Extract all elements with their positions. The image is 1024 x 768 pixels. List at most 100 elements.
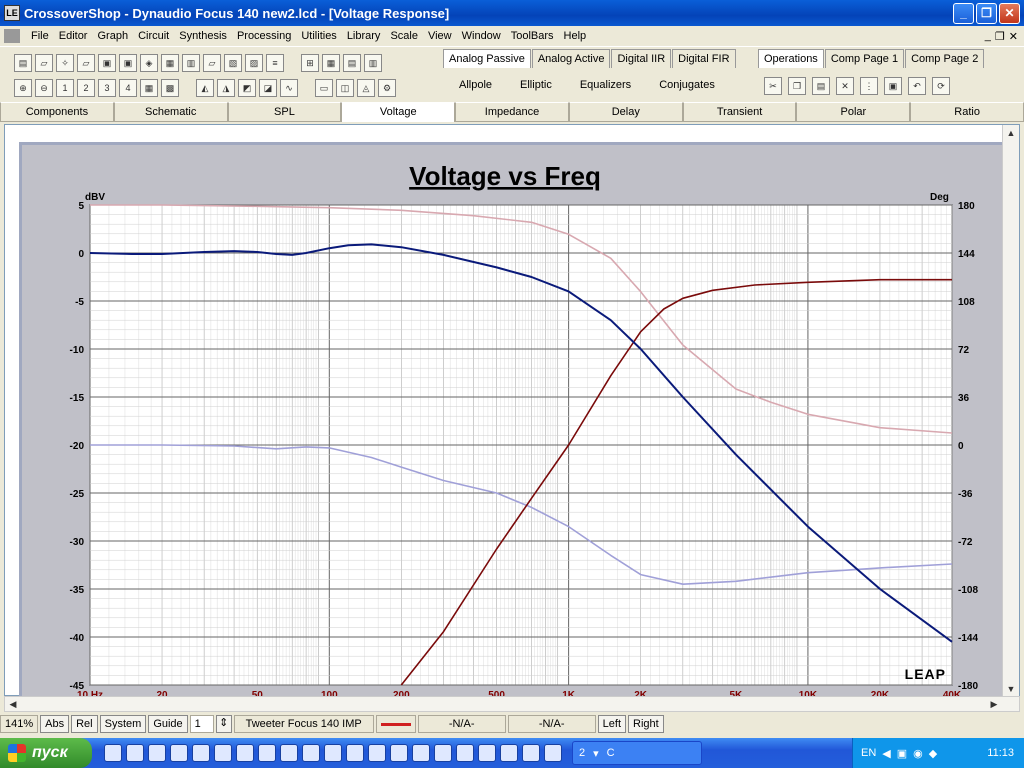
mdi-minimize-button[interactable]: _ (985, 30, 991, 43)
quicklaunch-app14-icon[interactable] (456, 744, 474, 762)
window-icon[interactable]: ▭ (315, 79, 333, 97)
menu-window[interactable]: Window (457, 30, 506, 42)
guide-button[interactable]: Guide (148, 715, 188, 733)
guide-stepper[interactable]: ⇕ (215, 715, 232, 733)
menu-library[interactable]: Library (342, 30, 386, 42)
tab-operations[interactable]: Operations (758, 49, 824, 68)
tab-impedance[interactable]: Impedance (455, 102, 569, 122)
tab-comp-page-1[interactable]: Comp Page 1 (824, 49, 905, 68)
tab-digital-fir[interactable]: Digital FIR (672, 49, 736, 68)
subtab-elliptic[interactable]: Elliptic (509, 77, 563, 93)
quicklaunch-app4-icon[interactable] (236, 744, 254, 762)
tab-spl[interactable]: SPL (227, 102, 342, 122)
chart-d-icon[interactable]: ◪ (259, 79, 277, 97)
menu-synthesis[interactable]: Synthesis (174, 30, 232, 42)
align-icon[interactable]: ⊞ (301, 54, 319, 72)
guide-input[interactable]: 1 (189, 715, 214, 733)
menu-utilities[interactable]: Utilities (296, 30, 341, 42)
undo-icon[interactable]: ↶ (908, 77, 926, 95)
quicklaunch-app10-icon[interactable] (368, 744, 386, 762)
save-as-icon[interactable]: ▣ (119, 54, 137, 72)
system-button[interactable]: System (99, 715, 147, 733)
quicklaunch-app6-icon[interactable] (280, 744, 298, 762)
mdi-doc-icon[interactable] (4, 29, 20, 43)
tab-ratio[interactable]: Ratio (910, 102, 1024, 122)
list-icon[interactable]: ≡ (266, 54, 284, 72)
rel-button[interactable]: Rel (71, 715, 98, 733)
abs-button[interactable]: Abs (40, 715, 70, 733)
scroll-left-arrow[interactable]: ◀ (6, 697, 20, 711)
menu-graph[interactable]: Graph (92, 30, 133, 42)
delete-icon[interactable]: ✕ (836, 77, 854, 95)
mdi-restore-button[interactable]: ❐ (995, 30, 1005, 43)
menu-file[interactable]: File (26, 30, 54, 42)
new-icon[interactable]: ▤ (14, 54, 32, 72)
select-icon[interactable]: ⋮ (860, 77, 878, 95)
menu-editor[interactable]: Editor (54, 30, 93, 42)
refresh-icon[interactable]: ⟳ (932, 77, 950, 95)
menu-help[interactable]: Help (559, 30, 592, 42)
quicklaunch-app13-icon[interactable] (434, 744, 452, 762)
tray-arrow-icon[interactable]: ◀ (882, 747, 890, 760)
maximize-button[interactable]: ❐ (976, 2, 997, 24)
scale-3a-icon[interactable]: 3 (98, 79, 116, 97)
tab-transient[interactable]: Transient (682, 102, 797, 122)
library-icon[interactable]: ◈ (140, 54, 158, 72)
menu-circuit[interactable]: Circuit (133, 30, 174, 42)
vertical-scrollbar[interactable]: ▲ ▼ (1002, 125, 1019, 697)
grid-fine-icon[interactable]: ▦ (140, 79, 158, 97)
tab-voltage[interactable]: Voltage (341, 102, 456, 122)
quicklaunch-ie-icon[interactable] (148, 744, 166, 762)
start-button[interactable]: пуск (0, 738, 92, 768)
taskbar-group-button[interactable]: 2 ▾ C (572, 741, 702, 765)
quicklaunch-app17-icon[interactable] (522, 744, 540, 762)
menu-view[interactable]: View (423, 30, 457, 42)
quicklaunch-app3-icon[interactable] (214, 744, 232, 762)
tab-delay[interactable]: Delay (568, 102, 683, 122)
menu-processing[interactable]: Processing (232, 30, 296, 42)
scale-2a-icon[interactable]: 2 (77, 79, 95, 97)
folder-icon[interactable]: ▱ (203, 54, 221, 72)
export-icon[interactable]: ▧ (224, 54, 242, 72)
tab-analog-passive[interactable]: Analog Passive (443, 49, 531, 68)
minimize-button[interactable]: _ (953, 2, 974, 24)
chart-a-icon[interactable]: ◭ (196, 79, 214, 97)
tab-analog-active[interactable]: Analog Active (531, 49, 611, 68)
open-icon[interactable]: ▱ (35, 54, 53, 72)
close-button[interactable]: ✕ (999, 2, 1020, 24)
scroll-down-arrow[interactable]: ▼ (1004, 682, 1018, 696)
tab-digital-iir[interactable]: Digital IIR (611, 49, 672, 68)
tab-polar[interactable]: Polar (796, 102, 911, 122)
quicklaunch-app15-icon[interactable] (478, 744, 496, 762)
scale-1a-icon[interactable]: 1 (56, 79, 74, 97)
scale-4a-icon[interactable]: 4 (119, 79, 137, 97)
quicklaunch-app11-icon[interactable] (390, 744, 408, 762)
subtab-allpole[interactable]: Allpole (448, 77, 503, 93)
tab-schematic[interactable]: Schematic (113, 102, 228, 122)
wizard-icon[interactable]: ✧ (56, 54, 74, 72)
tray-network-icon[interactable]: ▣ (897, 747, 907, 760)
graph-icon[interactable]: ◫ (336, 79, 354, 97)
copy-icon[interactable]: ❐ (788, 77, 806, 95)
chart-c-icon[interactable]: ◩ (238, 79, 256, 97)
quicklaunch-app12-icon[interactable] (412, 744, 430, 762)
save-icon[interactable]: ▣ (98, 54, 116, 72)
settings-icon[interactable]: ⚙ (378, 79, 396, 97)
tab-comp-page-2[interactable]: Comp Page 2 (905, 49, 985, 68)
calendar-icon[interactable]: ▥ (182, 54, 200, 72)
quicklaunch-app16-icon[interactable] (500, 744, 518, 762)
component-icon[interactable]: ▦ (161, 54, 179, 72)
quicklaunch-app1-icon[interactable] (104, 744, 122, 762)
right-button[interactable]: Right (628, 715, 664, 733)
tray-app-icon[interactable]: ◆ (929, 747, 937, 760)
print-icon[interactable]: ▨ (245, 54, 263, 72)
quicklaunch-app7-icon[interactable] (302, 744, 320, 762)
table-icon[interactable]: ▤ (343, 54, 361, 72)
cut-icon[interactable]: ✂ (764, 77, 782, 95)
tab-components[interactable]: Components (0, 102, 114, 122)
properties-icon[interactable]: ▣ (884, 77, 902, 95)
open-folder-icon[interactable]: ▱ (77, 54, 95, 72)
subtab-conjugates[interactable]: Conjugates (648, 77, 726, 93)
quicklaunch-app9-icon[interactable] (346, 744, 364, 762)
sweep-icon[interactable]: ◬ (357, 79, 375, 97)
